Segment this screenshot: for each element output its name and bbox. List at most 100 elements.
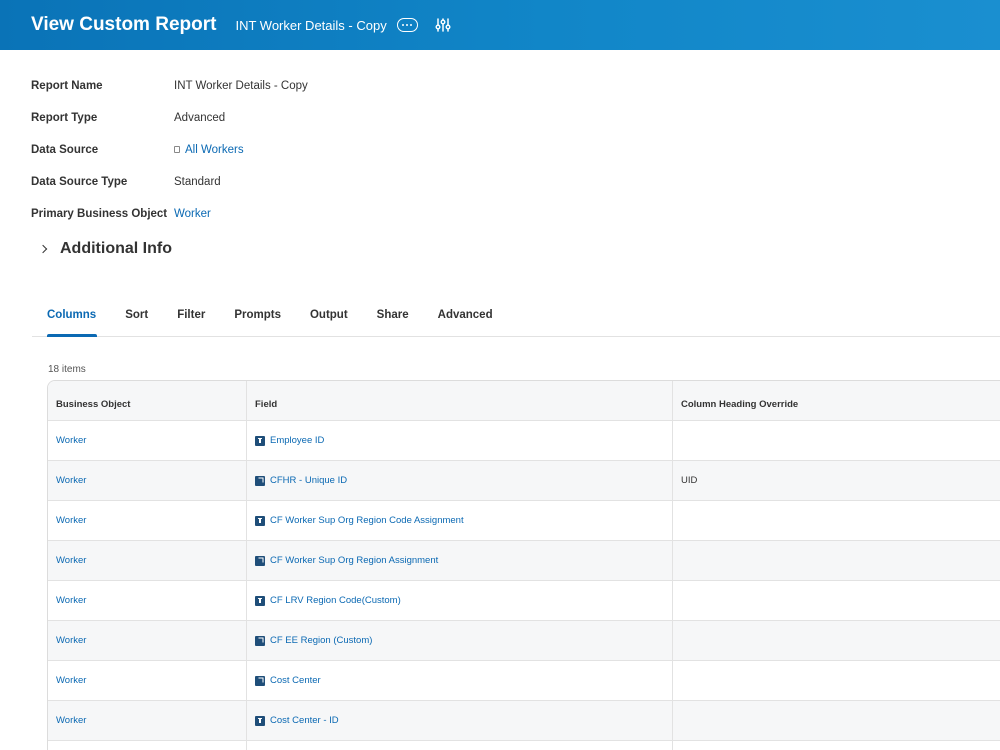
text-field-icon (255, 595, 265, 606)
business-object-cell: Worker (48, 661, 247, 700)
table-row: Worker CF Worker Sup Org Region Assignme… (48, 541, 1000, 581)
page-title: View Custom Report (31, 14, 217, 35)
field-link[interactable]: CF Worker Sup Org Region Code Assignment (270, 515, 464, 526)
heading-override-cell (673, 421, 1000, 460)
field-link[interactable]: CF LRV Region Code(Custom) (270, 595, 401, 606)
heading-override-cell (673, 701, 1000, 740)
table-row: Worker Cost Center (48, 661, 1000, 701)
field-cell: Cost Center - ID (247, 701, 673, 740)
field-cell: CF EE Region (Custom) (247, 621, 673, 660)
business-object-cell: Worker (48, 461, 247, 500)
field-cell: CF Worker Sup Org Region Assignment (247, 541, 673, 580)
table-row: Worker Cost Center - ID (48, 701, 1000, 741)
table-row: Worker CF EE Region (Custom) (48, 621, 1000, 661)
report-info: Report Name INT Worker Details - Copy Re… (31, 70, 308, 230)
columns-table: Business Object Field Column Heading Ove… (47, 380, 1000, 750)
info-row-primary-business-object: Primary Business Object Worker (31, 198, 308, 230)
field-link[interactable]: Cost Center - ID (270, 715, 339, 726)
heading-override-cell (673, 541, 1000, 580)
business-object-cell: Worker (48, 501, 247, 540)
text-field-icon (255, 715, 265, 726)
tab-columns[interactable]: Columns (32, 300, 110, 337)
field-cell: CF Worker Sup Org Region Code Assignment (247, 501, 673, 540)
business-object-cell: Worker (48, 421, 247, 460)
business-object-cell: Worker (48, 621, 247, 660)
field-link[interactable]: CF EE Region (Custom) (270, 635, 372, 646)
info-value: Advanced (174, 112, 226, 124)
tab-prompts[interactable]: Prompts (219, 300, 295, 337)
field-link[interactable]: Employee ID (270, 435, 324, 446)
info-value: Standard (174, 176, 221, 188)
business-object-cell (48, 741, 247, 750)
business-object-link[interactable]: Worker (56, 715, 86, 726)
info-row-report-name: Report Name INT Worker Details - Copy (31, 70, 308, 102)
ellipsis-icon[interactable] (396, 18, 418, 32)
field-link[interactable]: CFHR - Unique ID (270, 475, 347, 486)
heading-override-cell (673, 581, 1000, 620)
item-count: 18 items (48, 364, 86, 375)
tab-share[interactable]: Share (362, 300, 423, 337)
additional-info-title: Additional Info (60, 240, 172, 257)
info-label: Report Type (31, 112, 98, 124)
info-label: Report Name (31, 80, 103, 92)
column-header-field: Field (247, 381, 673, 420)
business-object-link[interactable]: Worker (56, 595, 86, 606)
field-link[interactable]: Cost Center (270, 675, 321, 686)
tab-output[interactable]: Output (295, 300, 362, 337)
tab-filter[interactable]: Filter (162, 300, 219, 337)
business-object-link[interactable]: Worker (56, 635, 86, 646)
info-row-report-type: Report Type Advanced (31, 102, 308, 134)
primary-business-object-link[interactable]: Worker (174, 208, 211, 220)
text-field-icon (255, 435, 265, 446)
report-name-title: INT Worker Details - Copy (235, 17, 387, 33)
business-object-link[interactable]: Worker (56, 475, 86, 486)
info-row-data-source-type: Data Source Type Standard (31, 166, 308, 198)
field-cell: Cost Center (247, 661, 673, 700)
field-cell: Employee ID (247, 421, 673, 460)
column-header-business-object: Business Object (48, 381, 247, 420)
table-row: Worker CFHR - Unique ID UID (48, 461, 1000, 501)
tune-icon[interactable] (435, 17, 451, 33)
field-cell: CFHR - Unique ID (247, 461, 673, 500)
info-value: INT Worker Details - Copy (174, 80, 308, 92)
business-object-link[interactable]: Worker (56, 515, 86, 526)
business-object-cell: Worker (48, 581, 247, 620)
business-object-link[interactable]: Worker (56, 435, 86, 446)
info-label: Data Source Type (31, 176, 128, 188)
table-row: Worker Employee ID (48, 421, 1000, 461)
column-header-heading-override: Column Heading Override (681, 399, 799, 410)
chevron-right-icon (38, 244, 48, 254)
table-row (48, 741, 1000, 750)
page-header: View Custom Report INT Worker Details - … (0, 0, 1000, 50)
info-row-data-source: Data Source All Workers (31, 134, 308, 166)
reference-field-icon (255, 635, 265, 646)
info-label: Primary Business Object (31, 208, 168, 220)
heading-override-cell: UID (681, 475, 698, 486)
business-object-cell: Worker (48, 541, 247, 580)
table-header: Business Object Field Column Heading Ove… (48, 381, 1000, 421)
info-label: Data Source (31, 144, 99, 156)
table-row: Worker CF LRV Region Code(Custom) (48, 581, 1000, 621)
business-object-link[interactable]: Worker (56, 555, 86, 566)
business-object-cell: Worker (48, 701, 247, 740)
reference-field-icon (255, 675, 265, 686)
data-source-label: All Workers (185, 144, 244, 156)
heading-override-cell (673, 621, 1000, 660)
data-source-link[interactable]: All Workers (174, 144, 244, 156)
business-object-link[interactable]: Worker (56, 675, 86, 686)
field-cell: CF LRV Region Code(Custom) (247, 581, 673, 620)
tab-bar: Columns Sort Filter Prompts Output Share… (32, 300, 1000, 337)
heading-override-cell (673, 741, 1000, 750)
text-field-icon (255, 515, 265, 526)
table-row: Worker CF Worker Sup Org Region Code Ass… (48, 501, 1000, 541)
tab-sort[interactable]: Sort (110, 300, 162, 337)
heading-override-cell (673, 501, 1000, 540)
data-source-icon (174, 146, 180, 153)
additional-info-toggle[interactable]: Additional Info (38, 240, 172, 258)
heading-override-cell (673, 661, 1000, 700)
field-link[interactable]: CF Worker Sup Org Region Assignment (270, 555, 438, 566)
reference-field-icon (255, 475, 265, 486)
field-cell (247, 741, 673, 750)
tab-advanced[interactable]: Advanced (423, 300, 507, 337)
reference-field-icon (255, 555, 265, 566)
